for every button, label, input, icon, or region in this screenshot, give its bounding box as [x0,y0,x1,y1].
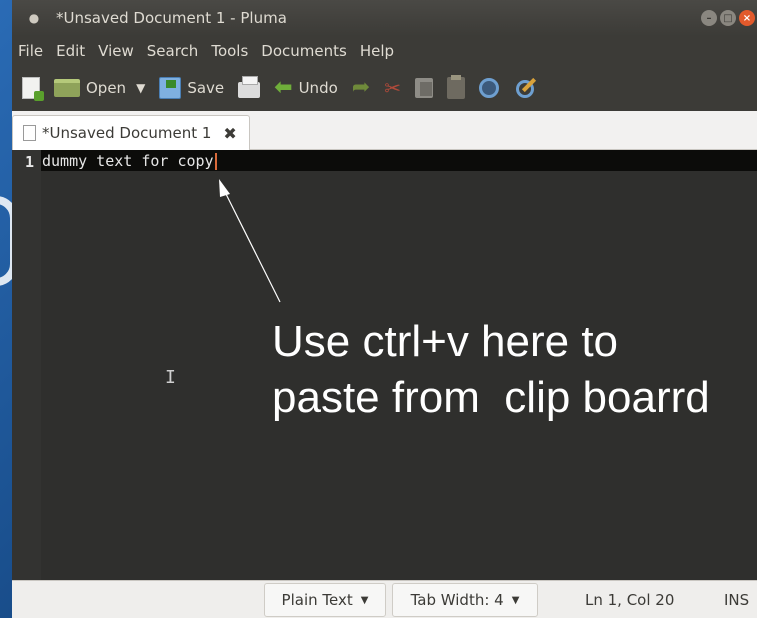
language-selector[interactable]: Plain Text ▼ [264,583,386,617]
toolbar: Open ▼ Save ⬅ Undo ➦ ✂ [12,65,757,111]
undo-label: Undo [298,79,338,97]
title-bar: ● *Unsaved Document 1 - Pluma – □ × [12,0,757,36]
line-number-gutter [12,150,41,580]
menu-edit[interactable]: Edit [50,42,92,60]
paste-icon [446,75,465,99]
save-icon [159,77,182,99]
redo-icon: ➦ [351,75,371,100]
document-icon [23,125,36,141]
tab-close-icon[interactable]: ✖ [223,124,236,143]
undo-icon: ⬅ [274,75,293,100]
save-button[interactable]: Save [159,77,224,99]
copy-button[interactable] [414,78,433,98]
save-label: Save [187,79,225,97]
find-button[interactable] [478,78,499,98]
maximize-button[interactable]: □ [720,10,736,26]
editor-line-text: dummy text for copy [42,152,214,170]
annotation-text: Use ctrl+v here to paste from clip boarr… [272,317,710,422]
find-replace-icon [513,77,535,99]
document-tab-bar: *Unsaved Document 1 ✖ [12,111,757,150]
scissors-icon: ✂ [384,76,401,100]
pluma-window: ● *Unsaved Document 1 - Pluma – □ × File… [12,0,757,618]
tab-width-selector[interactable]: Tab Width: 4 ▼ [392,583,538,617]
text-cursor [214,153,217,170]
window-controls: – □ × [701,10,755,26]
line-number: 1 [25,153,35,171]
redo-button[interactable]: ➦ [352,77,370,99]
menu-bar: File Edit View Search Tools Documents He… [12,36,757,65]
menu-file[interactable]: File [12,42,50,60]
open-label: Open [86,79,127,97]
print-button[interactable] [238,76,261,98]
open-button[interactable]: Open ▼ [54,79,145,97]
print-icon [238,76,261,98]
tab-width-label: Tab Width: 4 [410,591,504,609]
undo-button[interactable]: ⬅ Undo [274,77,338,99]
paste-button[interactable] [446,75,465,99]
replace-button[interactable] [513,77,535,99]
folder-icon [54,79,80,97]
window-menu-icon[interactable]: ● [12,11,56,25]
cursor-position: Ln 1, Col 20 [585,591,675,609]
open-recent-dropdown-icon[interactable]: ▼ [136,81,145,95]
close-button[interactable]: × [739,10,755,26]
mouse-ibeam-cursor-icon: I [165,367,176,388]
menu-documents[interactable]: Documents [255,42,354,60]
language-label: Plain Text [281,591,353,609]
chevron-down-icon: ▼ [360,594,369,606]
cut-button[interactable]: ✂ [384,76,401,100]
menu-view[interactable]: View [92,42,141,60]
tab-label: *Unsaved Document 1 [42,124,212,142]
copy-icon [414,78,433,98]
menu-help[interactable]: Help [354,42,401,60]
chevron-down-icon: ▼ [511,594,520,606]
menu-tools[interactable]: Tools [205,42,255,60]
new-document-icon [22,77,44,101]
new-button[interactable] [22,77,44,101]
search-icon [478,78,499,98]
minimize-button[interactable]: – [701,10,717,26]
editor-line[interactable]: dummy text for copy [42,152,217,170]
status-bar: Plain Text ▼ Tab Width: 4 ▼ Ln 1, Col 20… [12,580,757,618]
menu-search[interactable]: Search [141,42,206,60]
insert-mode: INS [724,591,750,609]
tab-unsaved-document-1[interactable]: *Unsaved Document 1 ✖ [12,115,250,150]
window-title: *Unsaved Document 1 - Pluma [56,9,287,27]
